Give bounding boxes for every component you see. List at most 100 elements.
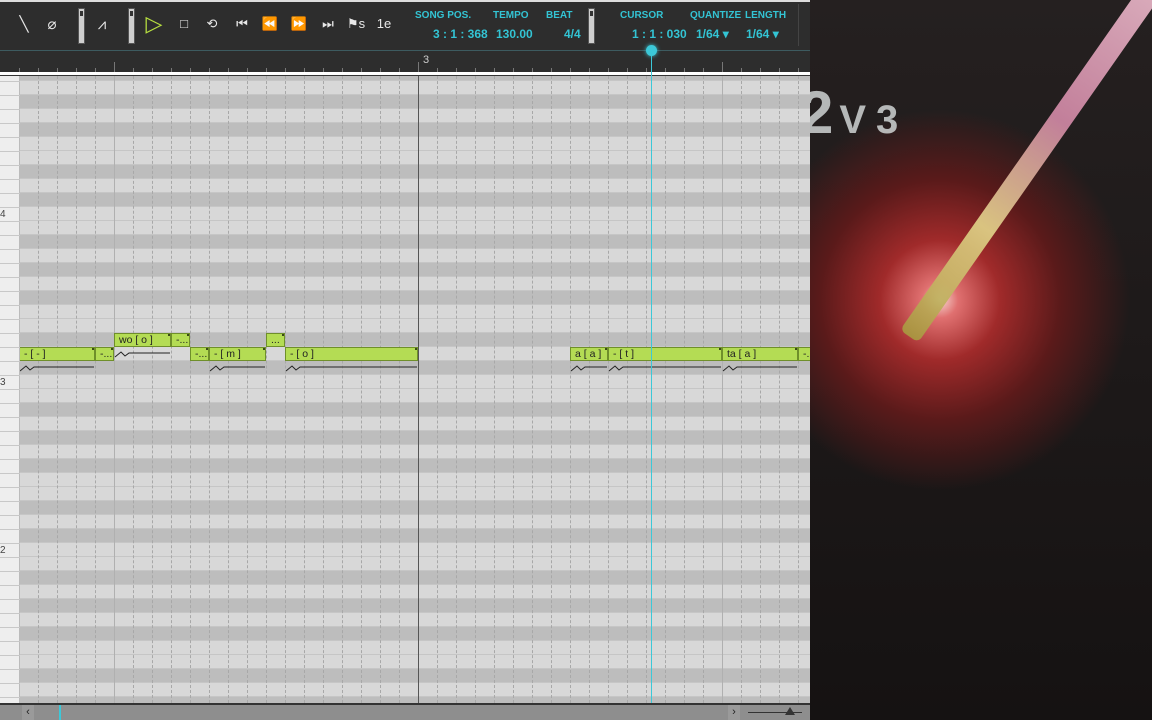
- horizontal-scrollbar[interactable]: ‹ ›: [0, 703, 810, 720]
- tempo-value[interactable]: 130.00: [496, 27, 533, 41]
- grid-line: [456, 76, 457, 703]
- pitch-row[interactable]: [20, 151, 810, 165]
- pitch-row[interactable]: [20, 389, 810, 403]
- key-divider: [0, 235, 20, 236]
- pencil-tool[interactable]: ╲: [14, 15, 34, 35]
- note[interactable]: - [ t ]: [608, 347, 722, 361]
- key-divider: [0, 333, 20, 334]
- key-divider: [0, 473, 20, 474]
- length-dropdown[interactable]: 1/64 ▾: [746, 27, 779, 41]
- grid-line: [437, 76, 438, 703]
- pitch-row[interactable]: [20, 291, 810, 305]
- beat-value[interactable]: 4/4: [564, 27, 581, 41]
- pitch-row[interactable]: [20, 641, 810, 655]
- pitch-row[interactable]: [20, 487, 810, 501]
- note[interactable]: ...: [266, 333, 285, 347]
- pitch-row[interactable]: [20, 207, 810, 221]
- toolbar-grip[interactable]: [128, 8, 135, 44]
- start-marker-button[interactable]: ⚑s: [344, 14, 368, 34]
- note[interactable]: wo [ o ]: [114, 333, 171, 347]
- pitch-row[interactable]: [20, 431, 810, 445]
- key-divider: [0, 263, 20, 264]
- grid-line: [152, 76, 153, 703]
- pitch-row[interactable]: [20, 179, 810, 193]
- pitch-row[interactable]: [20, 613, 810, 627]
- note[interactable]: -...: [190, 347, 209, 361]
- cursor-label: CURSOR: [620, 10, 664, 21]
- note[interactable]: -.: [798, 347, 810, 361]
- pitch-row[interactable]: [20, 193, 810, 207]
- pitch-row[interactable]: [20, 137, 810, 151]
- quantize-dropdown[interactable]: 1/64 ▾: [696, 27, 729, 41]
- pitch-curve-tool[interactable]: ⩘: [92, 15, 112, 35]
- loop-button[interactable]: ⟲: [200, 14, 224, 34]
- pitch-row[interactable]: [20, 585, 810, 599]
- note-grid[interactable]: - [ - ] -... wo [ o ] -... -... - [ m ]... - […: [20, 76, 810, 703]
- zoom-slider-thumb[interactable]: [785, 707, 795, 715]
- pitch-row[interactable]: [20, 543, 810, 557]
- grid-line: [513, 76, 514, 703]
- end-marker-button[interactable]: 1e: [372, 14, 396, 34]
- pitch-row[interactable]: [20, 627, 810, 641]
- stop-button[interactable]: □: [172, 14, 196, 34]
- note[interactable]: -...: [171, 333, 190, 347]
- pitch-row[interactable]: [20, 403, 810, 417]
- pitch-row[interactable]: [20, 305, 810, 319]
- play-button[interactable]: ▷: [142, 13, 166, 35]
- grid-line: [57, 76, 58, 703]
- pitch-row[interactable]: [20, 221, 810, 235]
- pitch-row[interactable]: [20, 655, 810, 669]
- toolbar-grip[interactable]: [588, 8, 595, 44]
- key-divider: [0, 249, 20, 250]
- grid-line: [684, 76, 685, 703]
- pitch-row[interactable]: [20, 669, 810, 683]
- pitch-row[interactable]: [20, 95, 810, 109]
- fast-forward-button[interactable]: ⏩: [287, 14, 311, 34]
- background-artwork: 2V3: [810, 0, 1152, 720]
- note[interactable]: - [ o ]: [285, 347, 418, 361]
- pitch-row[interactable]: [20, 277, 810, 291]
- pitch-row[interactable]: [20, 417, 810, 431]
- pitch-row[interactable]: [20, 683, 810, 697]
- pitch-row[interactable]: [20, 501, 810, 515]
- pitch-row[interactable]: [20, 165, 810, 179]
- pitch-row[interactable]: [20, 571, 810, 585]
- note[interactable]: ta [ a ]: [722, 347, 798, 361]
- pitch-row[interactable]: [20, 319, 810, 333]
- eraser-tool[interactable]: ⌀: [42, 15, 62, 35]
- pitch-row[interactable]: [20, 235, 810, 249]
- go-to-start-button[interactable]: ⏮: [230, 14, 254, 34]
- pitch-row[interactable]: [20, 445, 810, 459]
- key-divider: [0, 347, 20, 348]
- pitch-row[interactable]: [20, 557, 810, 571]
- note[interactable]: - [ - ]: [20, 347, 95, 361]
- pitch-row[interactable]: [20, 473, 810, 487]
- pitch-row[interactable]: [20, 263, 810, 277]
- note[interactable]: - [ m ]: [209, 347, 266, 361]
- pitch-row[interactable]: [20, 123, 810, 137]
- grid-line: [722, 76, 723, 703]
- piano-keyboard[interactable]: 4 3 2: [0, 76, 20, 712]
- pitch-row[interactable]: [20, 529, 810, 543]
- scroll-left-button[interactable]: ‹: [22, 705, 34, 720]
- key-divider: [0, 221, 20, 222]
- pitch-row[interactable]: [20, 515, 810, 529]
- grid-line: [646, 76, 647, 703]
- pitch-row[interactable]: [20, 109, 810, 123]
- grid-line: [532, 76, 533, 703]
- toolbar-grip[interactable]: [78, 8, 85, 44]
- beat-label: BEAT: [546, 10, 573, 21]
- note[interactable]: -...: [95, 347, 114, 361]
- pitch-row[interactable]: [20, 459, 810, 473]
- pitch-row[interactable]: [20, 599, 810, 613]
- note[interactable]: a [ a ]: [570, 347, 608, 361]
- pitch-row[interactable]: [20, 81, 810, 95]
- rewind-button[interactable]: ⏪: [258, 14, 282, 34]
- pitch-row[interactable]: [20, 375, 810, 389]
- scroll-right-button[interactable]: ›: [728, 705, 740, 720]
- grid-line: [266, 76, 267, 703]
- go-to-end-button[interactable]: ⏭: [316, 14, 340, 34]
- timeline-ruler[interactable]: 3: [0, 50, 810, 72]
- pitch-row[interactable]: [20, 249, 810, 263]
- divider: [798, 4, 799, 46]
